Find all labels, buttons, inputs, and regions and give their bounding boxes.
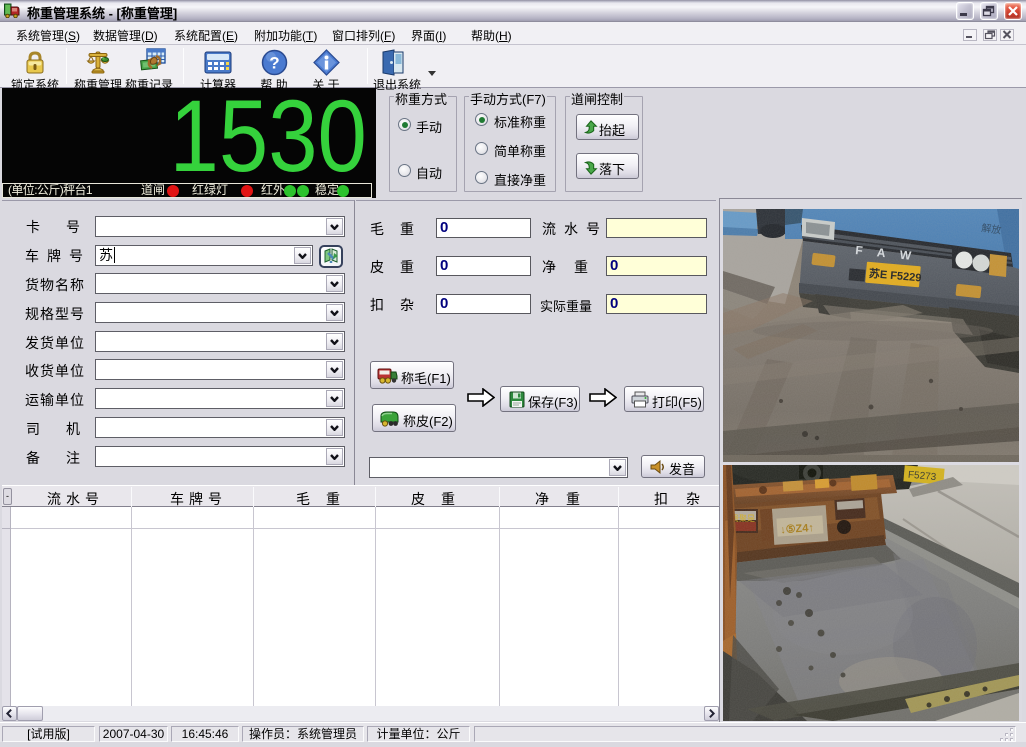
- svg-text:?: ?: [269, 54, 279, 73]
